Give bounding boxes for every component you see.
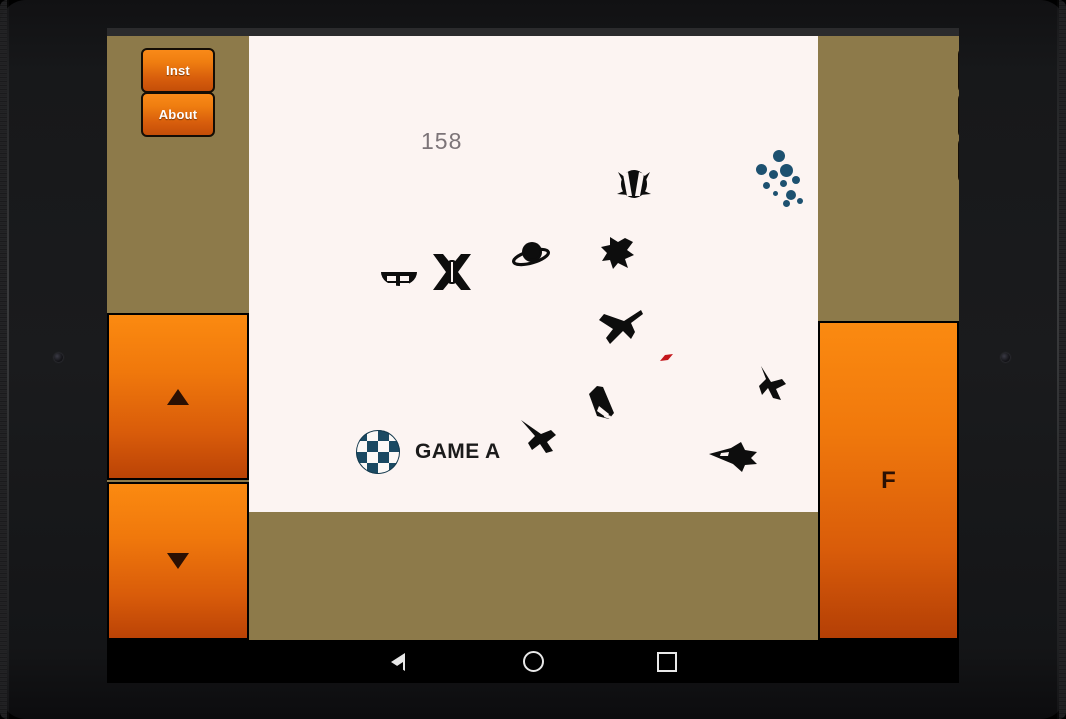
game-mode-label: GAME A bbox=[415, 440, 501, 463]
score-button[interactable]: Score bbox=[958, 138, 959, 183]
fire-button-label: F bbox=[881, 466, 896, 494]
jet-sprite-4 bbox=[709, 442, 757, 472]
tablet-device-frame: Inst About 158 GAME A F bbox=[0, 0, 1066, 719]
satellite-sprite bbox=[433, 254, 471, 290]
score-readout: 158 bbox=[421, 128, 463, 154]
arrow-down-icon bbox=[167, 553, 189, 569]
saturn-small-sprite bbox=[512, 242, 550, 267]
move-up-button[interactable] bbox=[107, 313, 249, 480]
game-a-button[interactable]: Game A bbox=[958, 48, 959, 93]
right-bezel-edge bbox=[1059, 0, 1066, 719]
left-bezel-highlight bbox=[7, 0, 9, 719]
checkered-ball-icon bbox=[356, 430, 400, 474]
game-b-button[interactable]: Game B bbox=[958, 93, 959, 138]
back-icon bbox=[391, 652, 405, 674]
playfield-floor bbox=[249, 512, 818, 640]
left-bezel-edge bbox=[0, 0, 7, 719]
game-app-root: Inst About 158 GAME A F bbox=[107, 36, 959, 640]
ufo-sprite bbox=[381, 272, 417, 288]
left-control-panel: Inst About bbox=[107, 36, 249, 640]
missile-sprite bbox=[589, 386, 614, 419]
game-playfield[interactable]: 158 GAME A bbox=[249, 36, 818, 512]
jet-sprite-2 bbox=[521, 420, 556, 453]
jet-sprite-1 bbox=[599, 310, 643, 344]
nav-recents-button[interactable] bbox=[637, 640, 697, 683]
home-icon bbox=[522, 651, 544, 672]
nav-home-button[interactable] bbox=[503, 640, 563, 683]
arrow-up-icon bbox=[167, 388, 189, 405]
nav-back-button[interactable] bbox=[368, 640, 428, 683]
device-screen: Inst About 158 GAME A F bbox=[107, 28, 959, 683]
sensor-right bbox=[1001, 353, 1010, 362]
rocket-sprite-1 bbox=[601, 237, 634, 269]
fire-button[interactable]: F bbox=[818, 321, 959, 640]
android-navigation-bar bbox=[107, 640, 959, 683]
move-down-button[interactable] bbox=[107, 482, 249, 640]
inst-button[interactable]: Inst bbox=[141, 48, 215, 93]
bullet-sprite bbox=[660, 354, 673, 361]
game-mode-indicator: GAME A bbox=[354, 426, 501, 478]
status-bar bbox=[107, 28, 959, 36]
asteroid-field-upper bbox=[755, 148, 818, 210]
about-button[interactable]: About bbox=[141, 92, 215, 137]
jet-sprite-3 bbox=[759, 366, 786, 400]
right-bezel-highlight bbox=[1057, 0, 1059, 719]
alien-sprite bbox=[617, 170, 651, 198]
right-control-panel: Game A Game B Score F bbox=[818, 36, 959, 640]
recents-icon bbox=[657, 651, 677, 672]
front-camera-left bbox=[54, 353, 63, 362]
